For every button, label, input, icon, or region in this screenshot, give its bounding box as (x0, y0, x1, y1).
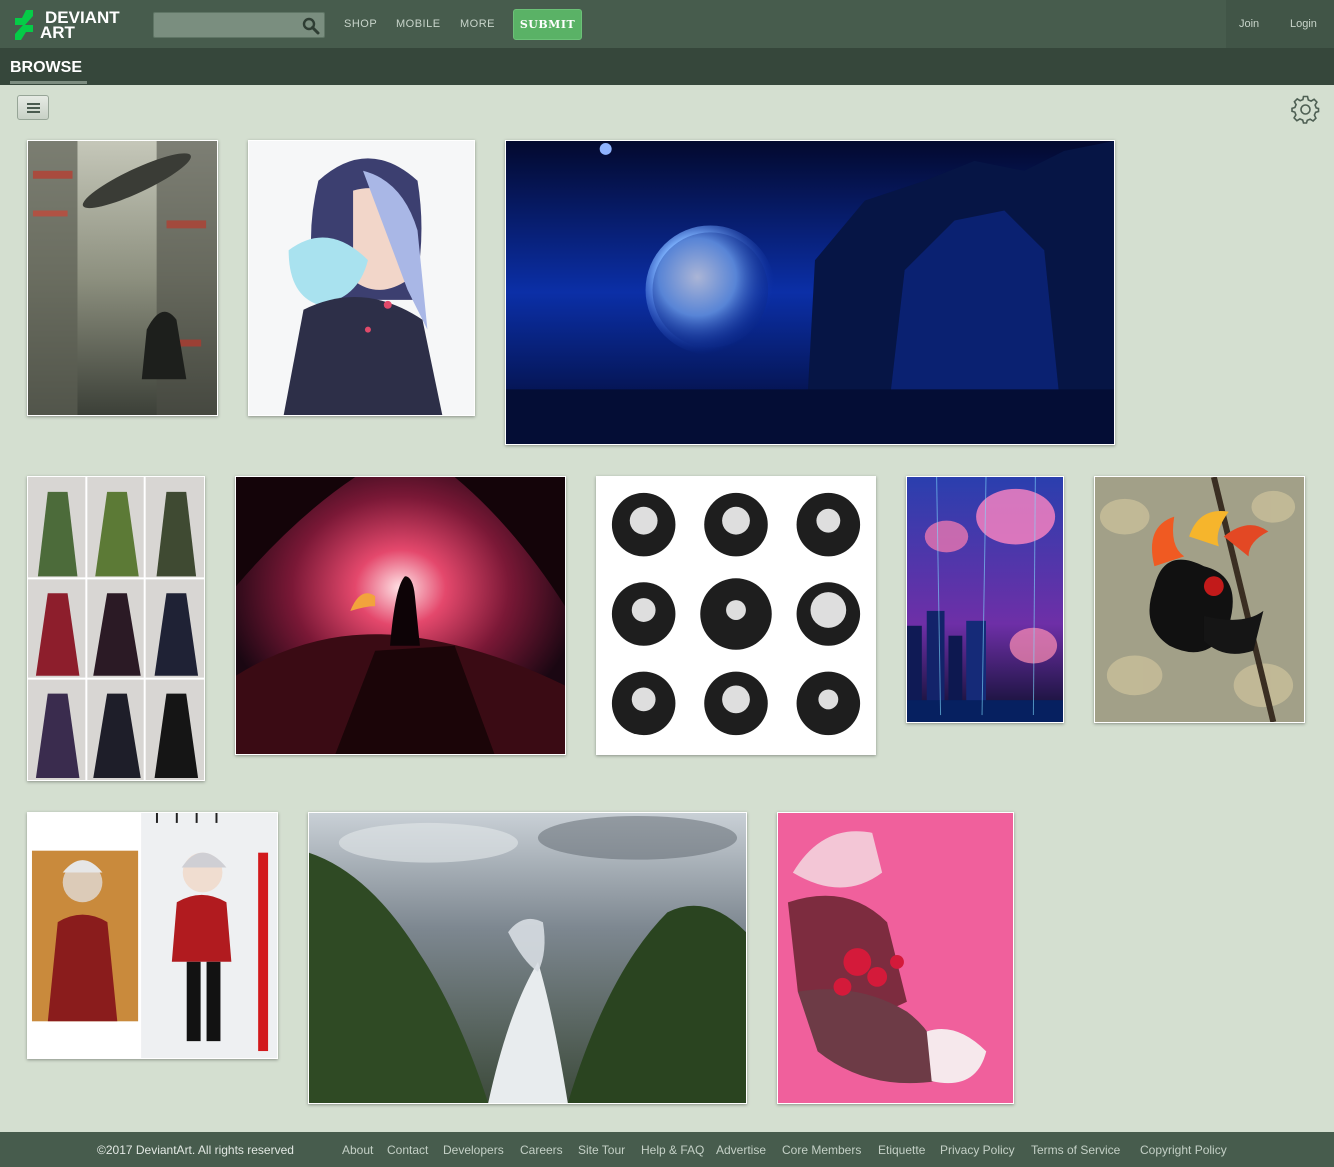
artwork-image (1095, 477, 1304, 722)
footer-link-core-members[interactable]: Core Members (782, 1143, 861, 1157)
top-navigation-bar: DEVIANT ART SHOP MOBILE MORE SUBMIT Join… (0, 0, 1334, 48)
deviantart-logo[interactable]: DEVIANT ART (13, 9, 133, 41)
browse-bar: BROWSE (0, 48, 1334, 85)
footer-link-privacy-policy[interactable]: Privacy Policy (940, 1143, 1015, 1157)
footer-link-developers[interactable]: Developers (443, 1143, 504, 1157)
artwork-image (597, 477, 875, 754)
footer-link-terms-of-service[interactable]: Terms of Service (1031, 1143, 1120, 1157)
gallery-thumbnail[interactable] (906, 476, 1064, 723)
gallery-thumbnail[interactable] (596, 476, 876, 755)
gallery-thumbnail[interactable] (1094, 476, 1305, 723)
gallery-thumbnail[interactable] (27, 812, 278, 1059)
search-icon[interactable] (302, 17, 320, 35)
footer-link-about[interactable]: About (342, 1143, 373, 1157)
footer-link-careers[interactable]: Careers (520, 1143, 563, 1157)
copyright-text: ©2017 DeviantArt. All rights reserved (97, 1143, 294, 1157)
search-box (153, 12, 325, 38)
footer-link-advertise[interactable]: Advertise (716, 1143, 766, 1157)
artwork-image (778, 813, 1013, 1103)
artwork-image (506, 141, 1114, 444)
login-link[interactable]: Login (1290, 18, 1317, 30)
artwork-image (907, 477, 1063, 722)
footer-link-help-faq[interactable]: Help & FAQ (641, 1143, 704, 1157)
active-tab-underline (10, 81, 87, 84)
footer-link-copyright-policy[interactable]: Copyright Policy (1140, 1143, 1227, 1157)
nav-mobile-link[interactable]: MOBILE (396, 18, 441, 30)
gallery-thumbnail[interactable] (235, 476, 566, 755)
gallery-thumbnail[interactable] (777, 812, 1014, 1104)
search-input[interactable] (154, 13, 311, 37)
auth-area: Join Login (1226, 0, 1334, 48)
browse-menu-toggle-button[interactable] (17, 95, 49, 120)
page-title[interactable]: BROWSE (10, 59, 82, 77)
deviantart-logo-icon (15, 10, 33, 40)
gallery-thumbnail[interactable] (27, 476, 205, 781)
artwork-image (249, 141, 474, 415)
artwork-image (236, 477, 565, 754)
gear-icon[interactable] (1291, 95, 1320, 124)
footer-link-contact[interactable]: Contact (387, 1143, 428, 1157)
footer-link-etiquette[interactable]: Etiquette (878, 1143, 925, 1157)
site-footer: ©2017 DeviantArt. All rights reserved Ab… (0, 1132, 1334, 1167)
nav-more-link[interactable]: MORE (460, 18, 495, 30)
logo-wordmark-line2: ART (40, 23, 75, 42)
artwork-image (28, 813, 277, 1058)
gallery-thumbnail[interactable] (308, 812, 747, 1104)
gallery-thumbnail[interactable] (248, 140, 475, 416)
footer-link-site-tour[interactable]: Site Tour (578, 1143, 625, 1157)
gallery-thumbnail[interactable] (505, 140, 1115, 445)
hamburger-icon (27, 103, 40, 105)
artwork-image (28, 141, 217, 415)
nav-shop-link[interactable]: SHOP (344, 18, 377, 30)
join-link[interactable]: Join (1239, 18, 1259, 30)
gallery-thumbnail[interactable] (27, 140, 218, 416)
artwork-image (28, 477, 204, 780)
submit-button[interactable]: SUBMIT (513, 9, 582, 40)
artwork-image (309, 813, 746, 1103)
